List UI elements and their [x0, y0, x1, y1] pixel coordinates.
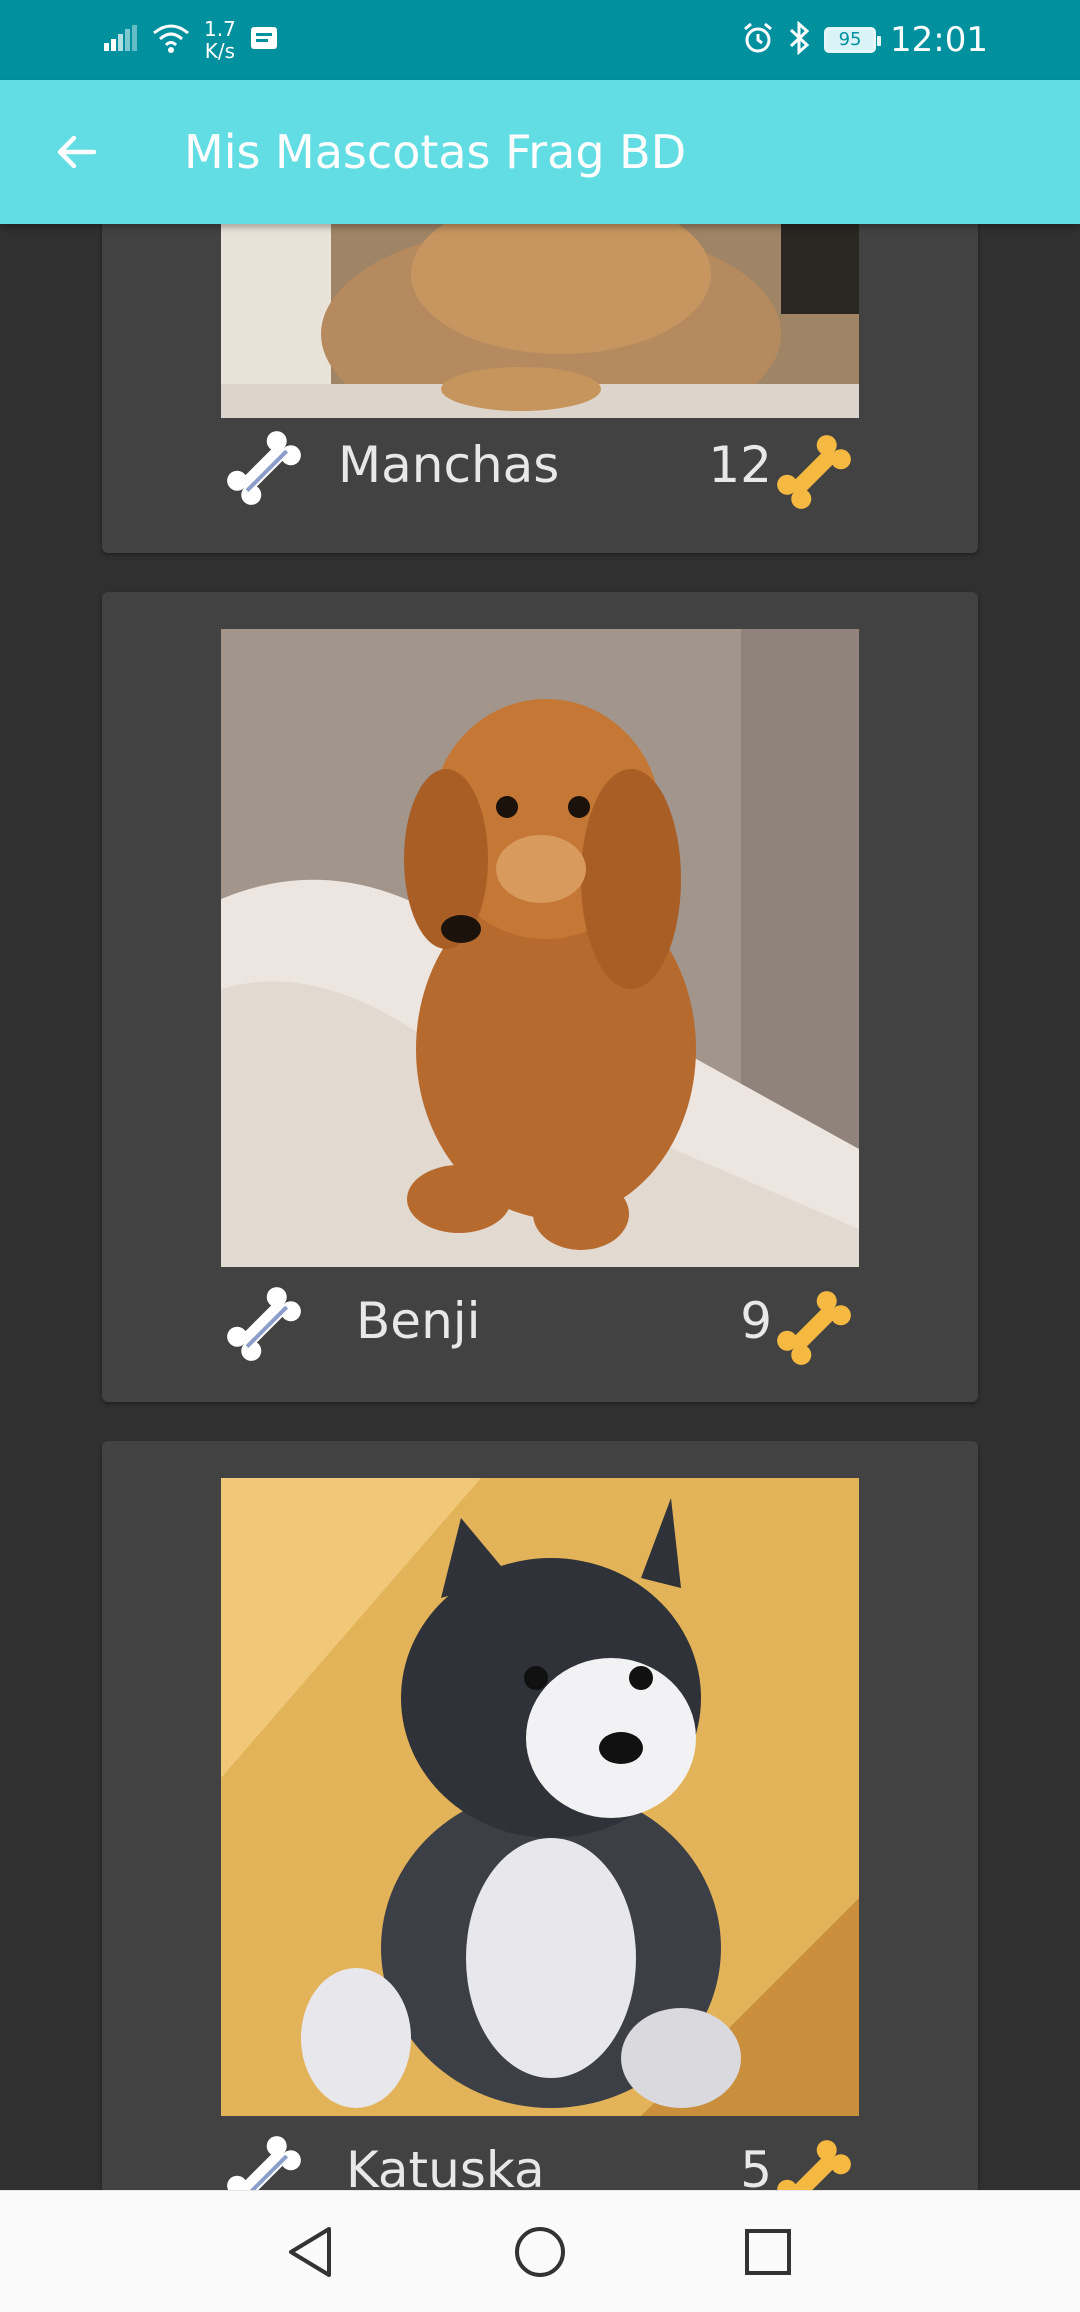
pet-card: Katuska 5: [102, 1441, 978, 2190]
system-nav-bar: [0, 2190, 1080, 2312]
status-right: 95 12:01: [742, 0, 988, 80]
bone-yellow-icon: [777, 435, 851, 509]
battery-level: 95: [838, 29, 862, 50]
app-screen: 1.7 K/s 95 12:01 Mis Mascotas Frag BD Ma…: [0, 0, 1080, 2312]
notification-icon: [250, 25, 278, 55]
battery-icon: 95: [824, 27, 882, 53]
back-triangle-icon: [289, 2227, 331, 2277]
pet-rating: 5: [740, 2141, 772, 2190]
status-bar: 1.7 K/s 95 12:01: [0, 0, 1080, 80]
pet-photo: [221, 224, 859, 418]
alarm-icon: [742, 22, 774, 58]
pet-name: Manchas: [338, 436, 560, 494]
pet-photo: [221, 629, 859, 1267]
signal-icon: [104, 25, 138, 55]
nav-home-button[interactable]: [510, 2222, 570, 2282]
network-speed-unit: K/s: [204, 39, 236, 63]
bluetooth-icon: [788, 20, 810, 59]
home-circle-icon: [515, 2227, 565, 2277]
pet-card: Benji 9: [102, 592, 978, 1402]
nav-recents-button[interactable]: [738, 2222, 798, 2282]
back-button[interactable]: [44, 120, 108, 184]
status-left: 1.7 K/s: [104, 0, 278, 80]
bone-yellow-icon: [777, 2140, 851, 2190]
bone-white-icon[interactable]: [222, 1282, 306, 1366]
pet-card: Manchas 12: [102, 224, 978, 553]
recents-square-icon: [745, 2229, 791, 2275]
arrow-back-icon: [57, 135, 97, 169]
app-toolbar: Mis Mascotas Frag BD: [0, 80, 1080, 224]
bone-yellow-icon: [777, 1291, 851, 1365]
pet-name: Benji: [356, 1292, 481, 1350]
pet-rating: 9: [740, 1292, 772, 1350]
pet-list[interactable]: Manchas 12 Benji 9 Katuska 5: [0, 224, 1080, 2190]
pet-photo: [221, 1478, 859, 2116]
network-speed: 1.7 K/s: [204, 18, 236, 62]
clock: 12:01: [890, 20, 988, 60]
bone-white-icon[interactable]: [222, 426, 306, 510]
network-speed-value: 1.7: [204, 17, 236, 41]
pet-name: Katuska: [346, 2141, 545, 2190]
pet-rating: 12: [708, 436, 772, 494]
nav-back-button[interactable]: [280, 2222, 340, 2282]
page-title: Mis Mascotas Frag BD: [184, 125, 687, 179]
bone-white-icon[interactable]: [222, 2131, 306, 2190]
wifi-icon: [152, 23, 190, 57]
